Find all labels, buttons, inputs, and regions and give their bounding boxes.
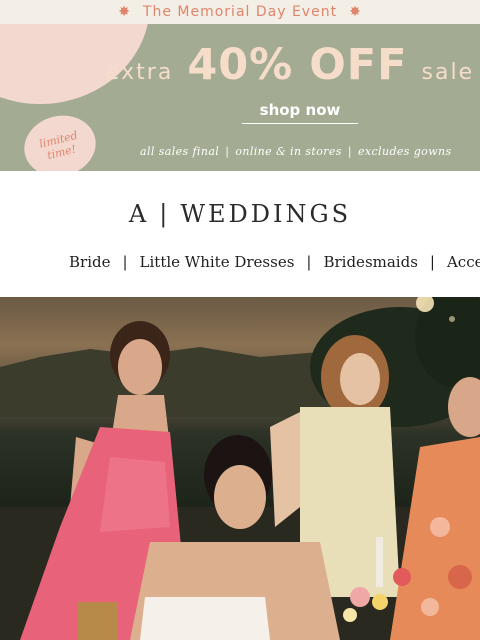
- hero-illustration: [0, 297, 480, 640]
- term-sales-final: all sales final: [140, 145, 220, 158]
- offer-prefix: extra: [106, 60, 174, 85]
- offer-suffix: sale: [421, 60, 475, 85]
- brand-name: WEDDINGS: [180, 200, 352, 228]
- offer-amount: 40% OFF: [187, 40, 408, 90]
- term-excludes-gowns: excludes gowns: [357, 145, 452, 158]
- sparkle-icon: ✸: [118, 4, 131, 20]
- brand-letter: A: [128, 200, 150, 228]
- hero-photo[interactable]: [0, 297, 480, 640]
- nav-item-bridesmaids[interactable]: Bridesmaids: [323, 253, 417, 271]
- nav-item-little-white-dresses[interactable]: Little White Dresses: [140, 253, 295, 271]
- nav-divider: |: [306, 253, 312, 271]
- divider: |: [225, 145, 230, 158]
- nav-item-bride[interactable]: Bride: [69, 253, 110, 271]
- offer-headline: extra 40% OFF sale: [106, 40, 474, 90]
- nav-divider: |: [429, 253, 435, 271]
- event-announcement-bar[interactable]: ✸ The Memorial Day Event ✸: [0, 0, 480, 24]
- logo-divider: |: [159, 200, 171, 228]
- limited-time-badge: limited time!: [17, 108, 103, 171]
- sparkle-icon: ✸: [349, 4, 362, 20]
- nav-divider: |: [122, 253, 128, 271]
- nav-item-accessories[interactable]: Acce: [447, 253, 480, 271]
- divider: |: [347, 145, 352, 158]
- brand-logo[interactable]: A | WEDDINGS: [0, 200, 480, 228]
- shop-now-link[interactable]: shop now: [242, 100, 358, 124]
- term-online-stores: online & in stores: [235, 145, 342, 158]
- promo-banner[interactable]: extra 40% OFF sale shop now limited time…: [0, 24, 480, 171]
- promo-terms: all sales final | online & in stores | exclu…: [140, 145, 452, 158]
- event-title: The Memorial Day Event: [142, 4, 338, 20]
- category-nav: Bride | Little White Dresses | Bridesmai…: [69, 253, 480, 271]
